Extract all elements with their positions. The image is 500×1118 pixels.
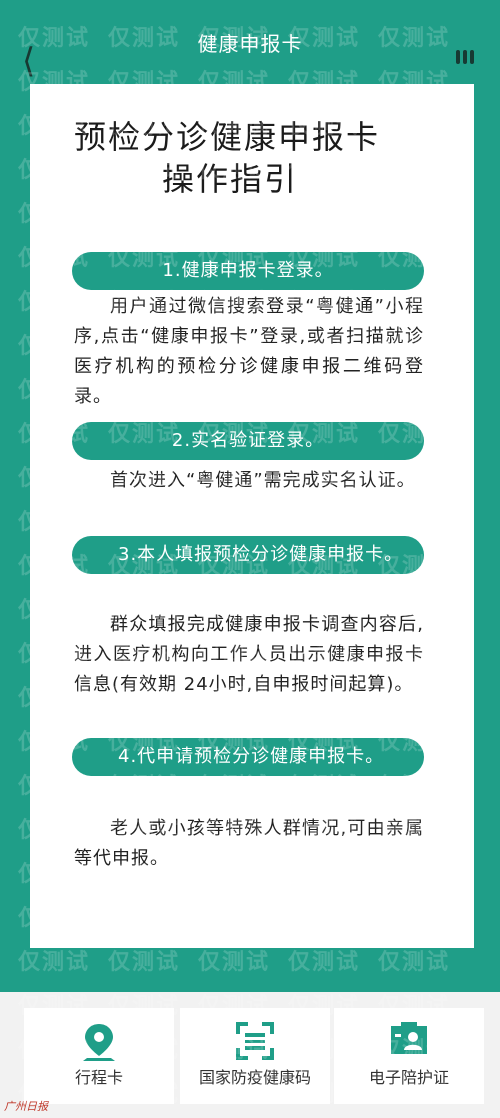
brand-watermark: 广州日报 [4,1100,48,1113]
tab-label: 行程卡 [74,1068,123,1087]
page-title: 健康申报卡 [197,32,303,56]
step-1-body: 用户通过微信搜索登录“粤健通”小程序,点击“健康申报卡”登录,或者扫描就诊医疗机… [74,296,424,407]
qr-scan-icon [236,1022,274,1064]
guide-card: 预检分诊健康申报卡 操作指引 1.健康申报卡登录。 用户通过微信搜索登录“粤健通… [30,84,474,948]
bottom-tab-bar: 行程卡 国家防疫健康码 电子陪护证 广州日报 [0,992,500,1118]
step-3-heading: 3.本人填报预检分诊健康申报卡。 [72,536,424,574]
guide-title: 预检分诊健康申报卡 操作指引 [74,116,434,200]
header: ⟨ 健康申报卡 [0,0,500,84]
step-4-heading: 4.代申请预检分诊健康申报卡。 [72,738,424,776]
step-2-heading: 2.实名验证登录。 [72,422,424,460]
step-4-body: 老人或小孩等特殊人群情况,可由亲属等代申报。 [74,818,424,869]
tab-escort-pass[interactable]: 电子陪护证 [334,1008,484,1104]
step-1-heading: 1.健康申报卡登录。 [72,252,424,290]
tab-label: 电子陪护证 [368,1068,449,1087]
tab-trip-card[interactable]: 行程卡 [24,1008,174,1104]
location-pin-icon [81,1022,117,1066]
tab-health-code[interactable]: 国家防疫健康码 [180,1008,330,1104]
tab-label: 国家防疫健康码 [198,1068,311,1087]
guide-title-line1: 预检分诊健康申报卡 [74,118,381,156]
more-menu-icon[interactable] [456,50,474,64]
step-2-body: 首次进入“粤健通”需完成实名认证。 [110,470,416,491]
step-3-body: 群众填报完成健康申报卡调查内容后,进入医疗机构向工作人员出示健康申报卡信息(有效… [74,614,424,695]
guide-title-line2: 操作指引 [162,160,299,198]
id-card-icon [389,1022,429,1060]
app-frame: ⟨ 健康申报卡 预检分诊健康申报卡 操作指引 1.健康申报卡登录。 用户通过微信… [0,0,500,992]
